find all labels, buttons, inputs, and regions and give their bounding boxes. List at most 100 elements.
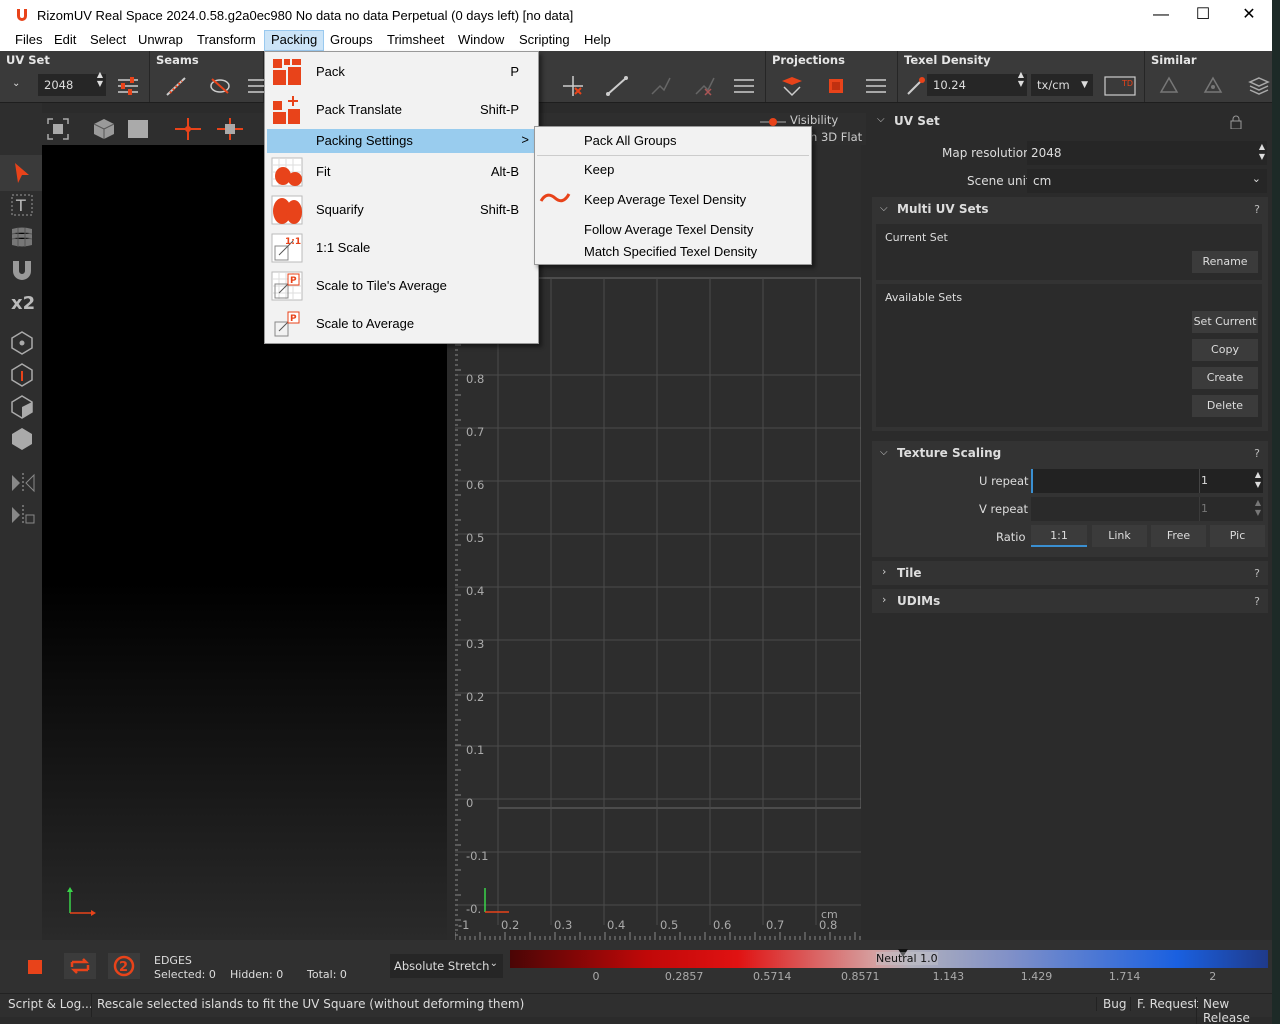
- menu-trimsheet[interactable]: Trimsheet: [381, 30, 450, 51]
- rename-button[interactable]: Rename: [1192, 251, 1258, 273]
- new-release-button[interactable]: New Release: [1196, 997, 1272, 1024]
- v-repeat-input[interactable]: 1 ▲ ▼: [1031, 497, 1263, 521]
- flat-view-toggle[interactable]: h 3D Flat: [810, 130, 862, 144]
- pivot-cube-icon[interactable]: [216, 117, 244, 141]
- feature-request-button[interactable]: F. Request: [1130, 997, 1204, 1011]
- menu-item-keep-average-texel-density[interactable]: Keep Average Texel Density: [584, 192, 746, 207]
- mesh-grid-icon[interactable]: [10, 225, 34, 249]
- maximize-button[interactable]: ☐: [1180, 0, 1226, 30]
- map-resolution-input[interactable]: 2048 ▲ ▼: [1027, 141, 1267, 165]
- island-mode-icon[interactable]: [10, 427, 34, 451]
- stack-similar-icon[interactable]: [1201, 75, 1225, 97]
- optimize-icon[interactable]: [693, 75, 717, 97]
- menu-item-match-specified-texel-density[interactable]: Match Specified Texel Density: [584, 244, 757, 259]
- y-tick-label: -0.: [466, 902, 481, 916]
- relax-icon[interactable]: [649, 75, 673, 97]
- face-mode-icon[interactable]: [10, 395, 34, 419]
- menu-item-packing-settings[interactable]: Packing Settings >: [267, 129, 537, 153]
- text-tool-icon[interactable]: T: [10, 193, 34, 217]
- straighten-icon[interactable]: [605, 75, 629, 97]
- u-repeat-input[interactable]: 1 ▲ ▼: [1031, 469, 1263, 493]
- square-face-icon[interactable]: [126, 117, 150, 141]
- edge-mode-icon[interactable]: [10, 363, 34, 387]
- ratio-pic-button[interactable]: Pic: [1210, 525, 1265, 547]
- seam-weld-icon[interactable]: [208, 75, 232, 97]
- help-icon[interactable]: ?: [1254, 567, 1260, 580]
- loop-icon[interactable]: [62, 951, 98, 981]
- multi-uv-title[interactable]: Multi UV Sets: [897, 202, 989, 216]
- help-icon[interactable]: ?: [1254, 203, 1260, 216]
- select-similar-icon[interactable]: [1157, 75, 1181, 97]
- eyedropper-icon[interactable]: [904, 75, 928, 97]
- texture-scaling-title[interactable]: Texture Scaling: [897, 446, 1001, 460]
- menu-transform[interactable]: Transform: [191, 30, 262, 51]
- menu-item-follow-average-texel-density[interactable]: Follow Average Texel Density: [584, 222, 753, 237]
- ratio-link-button[interactable]: Link: [1092, 525, 1147, 547]
- select-arrow-icon[interactable]: [10, 161, 34, 185]
- ratio-1to1-button[interactable]: 1:1: [1031, 525, 1087, 547]
- menu-edit[interactable]: Edit: [48, 30, 82, 51]
- scene-unit-select[interactable]: cm ⌄: [1027, 169, 1267, 193]
- cut-tool-icon[interactable]: [561, 75, 585, 97]
- tile-section[interactable]: › Tile ?: [872, 561, 1268, 585]
- planar-projection-icon[interactable]: [780, 75, 804, 97]
- menu-scripting[interactable]: Scripting: [513, 30, 576, 51]
- mirror-horizontal-icon[interactable]: [10, 471, 36, 495]
- cube-icon[interactable]: [92, 117, 116, 141]
- multiply-x2-icon[interactable]: x2: [10, 289, 38, 313]
- menu-item-keep[interactable]: Keep: [584, 162, 614, 177]
- texel-unit-select[interactable]: tx/cm ▼: [1031, 74, 1093, 96]
- minimize-button[interactable]: —: [1138, 0, 1184, 30]
- set-current-button[interactable]: Set Current: [1192, 311, 1258, 333]
- create-button[interactable]: Create: [1192, 367, 1258, 389]
- delete-button[interactable]: Delete: [1192, 395, 1258, 417]
- uvset-spinbox[interactable]: 2048 ▲ ▼: [38, 70, 106, 96]
- script-log-button[interactable]: Script & Log...: [6, 997, 95, 1011]
- texel-density-apply-icon[interactable]: TD: [1104, 75, 1136, 97]
- frame-view-icon[interactable]: [46, 117, 70, 141]
- menu-help[interactable]: Help: [578, 30, 617, 51]
- layers-icon[interactable]: [1247, 75, 1271, 97]
- lock-icon[interactable]: [1230, 115, 1242, 129]
- copy-button[interactable]: Copy: [1192, 339, 1258, 361]
- menu-item-scale-tile-average[interactable]: P Scale to Tile's Average: [267, 267, 537, 305]
- box-projection-icon[interactable]: [824, 75, 848, 97]
- menu-item-scale-1to1[interactable]: 1:1 1:1 Scale: [267, 229, 537, 267]
- seam-cut-icon[interactable]: [164, 75, 188, 97]
- vertex-mode-icon[interactable]: [10, 331, 34, 355]
- stretch-mode-select[interactable]: Absolute Stretch ⌄: [390, 954, 503, 978]
- projection-settings-icon[interactable]: [864, 75, 888, 97]
- unwrap-settings-icon[interactable]: [732, 75, 756, 97]
- menu-item-pack-all-groups[interactable]: Pack All Groups: [584, 133, 677, 148]
- tile-title: Tile: [897, 566, 922, 580]
- neutral-label: Neutral 1.0: [876, 952, 938, 965]
- texel-density-input[interactable]: 10.24 ▲ ▼: [927, 70, 1027, 96]
- magnet-icon[interactable]: [10, 257, 34, 281]
- settings-sliders-icon[interactable]: [116, 75, 140, 97]
- loop-twice-icon[interactable]: 2: [106, 951, 142, 981]
- help-icon[interactable]: ?: [1254, 447, 1260, 460]
- menu-unwrap[interactable]: Unwrap: [132, 30, 189, 51]
- udims-section[interactable]: › UDIMs ?: [872, 589, 1268, 613]
- menu-packing[interactable]: Packing: [264, 30, 325, 51]
- bug-report-button[interactable]: Bug: [1096, 997, 1132, 1011]
- menu-groups[interactable]: Groups: [324, 30, 379, 51]
- menu-item-fit[interactable]: Fit Alt-B: [267, 153, 537, 191]
- menu-window[interactable]: Window: [452, 30, 510, 51]
- uvset-header[interactable]: ⌵ UV Set: [868, 111, 1272, 133]
- chevron-down-icon[interactable]: ⌄: [12, 78, 26, 100]
- help-icon[interactable]: ?: [1254, 595, 1260, 608]
- menu-item-pack-translate[interactable]: Pack Translate Shift-P: [267, 91, 537, 129]
- ratio-free-button[interactable]: Free: [1151, 525, 1206, 547]
- menu-item-scale-average[interactable]: P Scale to Average: [267, 305, 537, 343]
- menu-select[interactable]: Select: [84, 30, 132, 51]
- menu-files[interactable]: Files: [9, 30, 48, 51]
- projections-label: Projections: [772, 53, 845, 67]
- menu-item-squarify[interactable]: Squarify Shift-B: [267, 191, 537, 229]
- close-button[interactable]: ✕: [1226, 0, 1272, 30]
- center-pivot-icon[interactable]: [174, 117, 202, 141]
- menu-item-pack[interactable]: Pack P: [267, 53, 537, 91]
- scale-1to1-label: 1:1 Scale: [316, 240, 371, 255]
- mirror-grid-icon[interactable]: [10, 503, 36, 527]
- stop-icon[interactable]: [16, 954, 56, 980]
